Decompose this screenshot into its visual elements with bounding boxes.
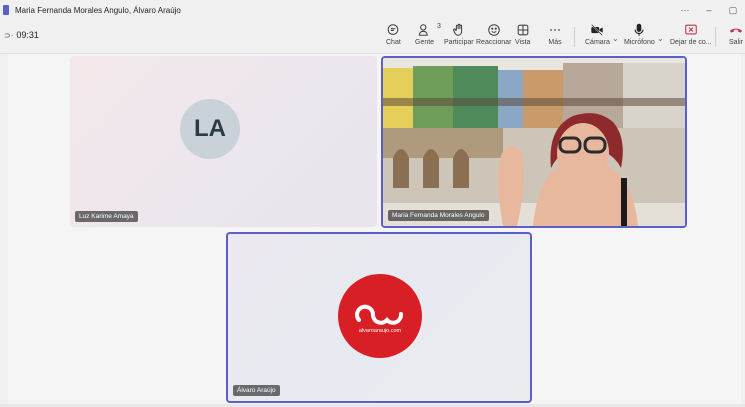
emoji-icon: [487, 24, 500, 36]
avatar-initials: LA: [194, 115, 226, 142]
title-bar: Maria Fernanda Morales Angulo, Álvaro Ar…: [0, 0, 745, 20]
meeting-stage: LA Luz Karime Amaya Maria Fernanda Moral…: [8, 54, 741, 404]
react-button[interactable]: Reaccionar: [476, 23, 511, 46]
stop-sharing-button[interactable]: Dejar de co...: [670, 23, 712, 46]
maximize-button[interactable]: ▢: [721, 5, 745, 16]
people-button[interactable]: 3 Gente: [415, 23, 441, 46]
participant-tile-maria[interactable]: Maria Fernanda Morales Angulo: [381, 56, 687, 228]
react-label: Reaccionar: [476, 39, 512, 46]
participant-name: Álvaro Araújo: [233, 385, 280, 396]
stop-sharing-label: Dejar de co...: [670, 39, 712, 46]
window-controls: ··· – ▢: [673, 0, 745, 20]
view-button[interactable]: Vista: [515, 23, 530, 46]
microphone-label: Micrófono: [624, 39, 655, 46]
chat-icon: [388, 24, 399, 35]
mic-icon: [634, 23, 644, 36]
timer-icon: ⊃·: [4, 30, 14, 40]
toolbar-divider-2: [715, 27, 716, 47]
window-more-button[interactable]: ···: [673, 5, 697, 15]
more-icon: [550, 29, 560, 31]
meeting-timer: ⊃· 09:31: [4, 30, 39, 40]
toolbar-divider: [574, 27, 575, 47]
view-grid-icon: [517, 24, 529, 36]
participant-name: Luz Karime Amaya: [75, 211, 138, 222]
microphone-button[interactable]: Micrófono: [624, 23, 655, 46]
people-count-badge: 3: [437, 23, 441, 30]
participant-tile-luz[interactable]: LA Luz Karime Amaya: [70, 56, 377, 227]
more-label: Más: [548, 39, 562, 46]
teams-app-icon: [3, 5, 9, 15]
participant-video-image: [383, 58, 685, 226]
alvaro-araujo-logo: alvaroaraujo.com: [338, 274, 422, 358]
logo-text: alvaroaraujo.com: [358, 328, 402, 334]
phone-hangup-icon: [729, 28, 743, 33]
chat-button[interactable]: Chat: [386, 23, 401, 46]
people-icon: [418, 24, 428, 36]
window-title: Maria Fernanda Morales Angulo, Álvaro Ar…: [15, 5, 181, 15]
raise-hand-label: Participar: [444, 39, 474, 46]
camera-off-icon: [591, 24, 604, 36]
more-button[interactable]: Más: [548, 23, 562, 46]
leave-button[interactable]: Salir: [729, 23, 743, 46]
raise-hand-button[interactable]: Participar: [444, 23, 474, 46]
leave-label: Salir: [729, 39, 744, 46]
minimize-button[interactable]: –: [697, 5, 721, 15]
participant-tile-alvaro[interactable]: alvaroaraujo.com Álvaro Araújo: [226, 232, 532, 403]
view-label: Vista: [515, 39, 531, 46]
camera-button[interactable]: Cámara: [585, 23, 610, 46]
timer-text: 09:31: [16, 30, 39, 40]
participant-name: Maria Fernanda Morales Angulo: [388, 210, 489, 221]
camera-label: Cámara: [585, 39, 610, 46]
avatar: LA: [180, 99, 240, 159]
people-label: Gente: [415, 39, 435, 46]
chat-label: Chat: [386, 39, 401, 46]
alvaro-logo-mark-icon: [355, 304, 403, 325]
raise-hand-icon: [452, 23, 462, 36]
mic-options-chevron-icon[interactable]: ⌄: [657, 34, 664, 43]
stop-share-icon: [685, 24, 697, 35]
meeting-toolbar: ⊃· 09:31 Chat 3 Gente Participar Reaccio…: [0, 20, 745, 54]
camera-options-chevron-icon[interactable]: ⌄: [612, 34, 619, 43]
